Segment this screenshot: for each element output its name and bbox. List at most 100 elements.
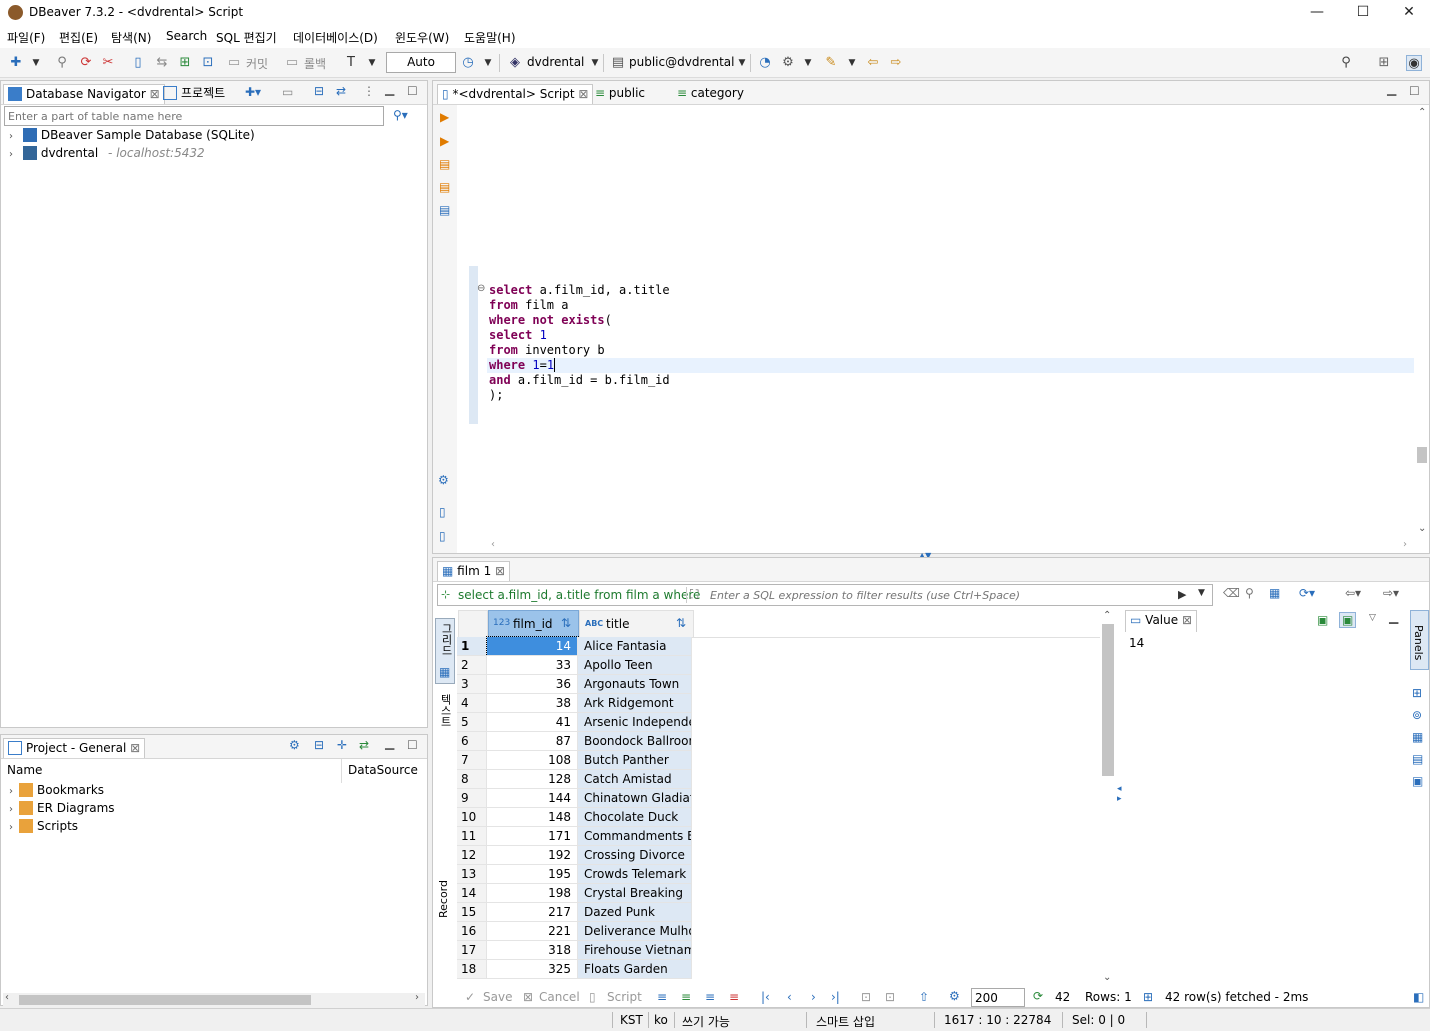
new-connection-icon[interactable]: ✚▾	[245, 85, 261, 99]
forward-icon[interactable]: ⇨	[888, 55, 904, 71]
maximize-button[interactable]: ☐	[1340, 0, 1386, 26]
table-row[interactable]: 6 87 Boondock Ballroom	[457, 732, 693, 751]
row-number[interactable]: 4	[457, 694, 487, 713]
cell-film-id[interactable]: 36	[487, 675, 578, 694]
table-row[interactable]: 18 325 Floats Garden	[457, 960, 693, 979]
scrollbar-thumb[interactable]	[1102, 624, 1114, 776]
schema-selector[interactable]: public@dvdrental	[629, 55, 735, 69]
metadata-panel-icon[interactable]: ⊞	[1412, 686, 1422, 700]
minimize-icon[interactable]: ▁	[1389, 610, 1398, 624]
tab-film-1[interactable]: ▦ film 1 ⊠	[437, 561, 511, 581]
column-header-title[interactable]: ABC title ⇅	[579, 610, 694, 638]
dropdown-arrow-icon[interactable]: ▼	[734, 55, 750, 71]
new-folder-icon[interactable]: ▭	[282, 85, 293, 99]
menu-window[interactable]: 윈도우(W)	[395, 29, 449, 46]
minimize-icon[interactable]: ▁	[1387, 82, 1396, 96]
cell-title[interactable]: Ark Ridgemont	[578, 694, 692, 713]
first-page-icon[interactable]: |‹	[761, 990, 770, 1004]
menu-database[interactable]: 데이터베이스(D)	[293, 29, 378, 46]
tab-value[interactable]: ▭ Value ⊠	[1125, 610, 1198, 632]
cell-film-id[interactable]: 318	[487, 941, 578, 960]
gear-icon[interactable]: ⚙	[438, 473, 449, 487]
sort-filter-icon[interactable]: ⇅	[676, 616, 686, 630]
cell-title[interactable]: Chocolate Duck	[578, 808, 692, 827]
chevron-right-icon[interactable]: ›	[9, 819, 19, 837]
tree-item-dvdrental[interactable]: › dvdrental - localhost:5432	[9, 144, 205, 162]
menu-navigate[interactable]: 탐색(N)	[111, 29, 151, 46]
table-row[interactable]: 14 198 Crystal Breaking	[457, 884, 693, 903]
row-number[interactable]: 12	[457, 846, 487, 865]
row-number[interactable]: 16	[457, 922, 487, 941]
cell-film-id[interactable]: 128	[487, 770, 578, 789]
cell-title[interactable]: Floats Garden	[578, 960, 692, 979]
cancel-icon[interactable]: ⊠	[523, 990, 533, 1004]
transaction-mode-field[interactable]: Auto	[386, 52, 456, 73]
collapse-all-icon[interactable]: ⊟	[314, 738, 324, 752]
back-icon[interactable]: ⇦▾	[1345, 586, 1361, 600]
table-row[interactable]: 541Arsenic Independence	[457, 713, 693, 732]
row-number[interactable]: 1	[457, 637, 487, 656]
cancel-button[interactable]: Cancel	[539, 990, 580, 1004]
reconnect-icon[interactable]: ⟳	[78, 55, 94, 71]
transaction-mode-icon[interactable]: T	[343, 55, 359, 71]
table-row[interactable]: 15 217 Dazed Punk	[457, 903, 693, 922]
explain-plan-icon[interactable]: ▤	[439, 203, 450, 217]
fetch-size-input[interactable]	[971, 988, 1025, 1007]
calc-panel-icon[interactable]: ▤	[1412, 752, 1423, 766]
sql-line[interactable]: from film a	[489, 298, 568, 313]
gear-icon[interactable]: ⚙	[949, 989, 960, 1003]
scroll-right-icon[interactable]: ›	[1403, 539, 1407, 550]
cell-film-id[interactable]: 195	[487, 865, 578, 884]
open-perspective-icon[interactable]: ⊞	[1376, 55, 1392, 71]
table-row[interactable]: 13 195 Crowds Telemark	[457, 865, 693, 884]
dashboard-icon[interactable]: ◔	[757, 55, 773, 71]
dropdown-arrow-icon[interactable]: ▼	[480, 55, 496, 71]
tab-projects[interactable]: 프로젝트	[159, 84, 229, 104]
tab-dvdrental-script[interactable]: ▯ *<dvdrental> Script ⊠	[437, 84, 594, 104]
table-row[interactable]: 7 108 Butch Panther	[457, 751, 693, 770]
link-editor-icon[interactable]: ⇄	[359, 738, 369, 752]
table-row[interactable]: 4 38 Ark Ridgemont	[457, 694, 693, 713]
close-icon[interactable]: ⊠	[495, 564, 505, 578]
collapse-all-icon[interactable]: ⊟	[314, 84, 324, 98]
query-preview[interactable]: select a.film_id, a.title from film a wh…	[458, 588, 700, 602]
tab-record[interactable]: Record	[435, 876, 455, 942]
collapse-panels-icon[interactable]: ◂ ▸	[1117, 784, 1122, 804]
scrollbar-thumb[interactable]	[1417, 447, 1427, 463]
fetch-next-icon[interactable]: ⊡	[861, 990, 871, 1004]
close-icon[interactable]: ⊠	[578, 87, 588, 101]
sql-line[interactable]: select 1	[489, 328, 547, 343]
table-row[interactable]: 8 128 Catch Amistad	[457, 770, 693, 789]
cell-title[interactable]: Alice Fantasia	[578, 637, 692, 656]
table-row[interactable]: 10 148 Chocolate Duck	[457, 808, 693, 827]
cell-film-id[interactable]: 192	[487, 846, 578, 865]
add-row-icon[interactable]: ≡	[681, 990, 691, 1004]
new-connection-icon[interactable]: ✚	[8, 55, 24, 71]
sql-line[interactable]: select a.film_id, a.title	[489, 283, 670, 298]
row-number[interactable]: 10	[457, 808, 487, 827]
row-number[interactable]: 11	[457, 827, 487, 846]
disconnect-icon[interactable]: ✂	[100, 55, 116, 71]
tab-category[interactable]: ≡ category	[673, 84, 748, 104]
back-icon[interactable]: ⇦	[865, 55, 881, 71]
tab-database-navigator[interactable]: Database Navigator ⊠	[3, 84, 165, 104]
editor-vertical-scrollbar[interactable]: ⌃ ⌄	[1415, 105, 1429, 539]
minimize-icon[interactable]: ▁	[385, 82, 394, 96]
row-number[interactable]: 7	[457, 751, 487, 770]
next-page-icon[interactable]: ›	[811, 990, 816, 1004]
filter-icon[interactable]: ⚲▾	[393, 108, 408, 122]
commit-icon[interactable]: ▭	[226, 55, 242, 71]
sql-line[interactable]: and a.film_id = b.film_id	[489, 373, 670, 388]
filter-history-icon[interactable]: ▼	[1198, 588, 1205, 598]
cell-title[interactable]: Apollo Teen	[578, 656, 692, 675]
cell-film-id[interactable]: 14	[486, 636, 579, 657]
scroll-down-icon[interactable]: ⌄	[1103, 972, 1111, 983]
maximize-icon[interactable]: ☐	[407, 738, 418, 752]
execute-statement-icon[interactable]: ▶	[440, 110, 449, 124]
menu-file[interactable]: 파일(F)	[7, 29, 45, 46]
filter-expression-input[interactable]	[710, 586, 1170, 604]
row-number[interactable]: 5	[457, 713, 487, 732]
cell-title[interactable]: Catch Amistad	[578, 770, 692, 789]
navigator-filter-input[interactable]	[4, 106, 384, 126]
cell-title[interactable]: Dazed Punk	[578, 903, 692, 922]
